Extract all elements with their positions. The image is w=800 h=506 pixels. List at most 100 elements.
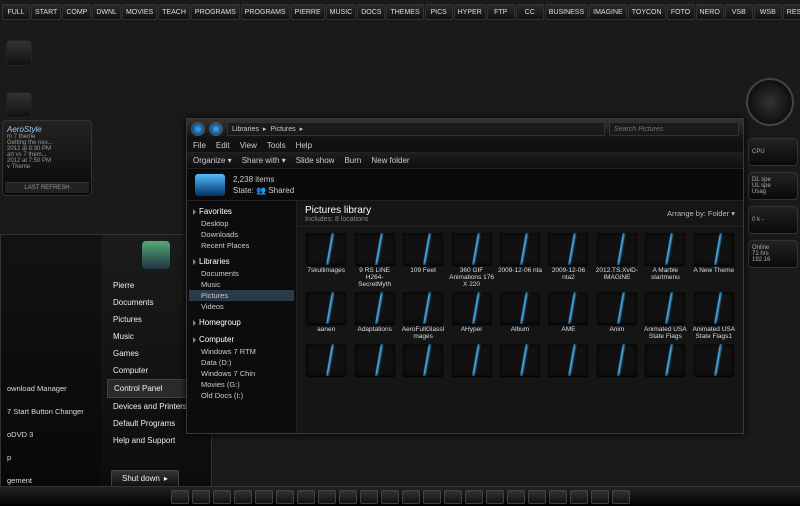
nav-item[interactable]: Videos [189, 301, 294, 312]
menu-item[interactable]: Edit [216, 141, 230, 150]
folder-item[interactable]: Animated USA State Flags [642, 292, 688, 340]
toolbar-item[interactable]: Organize ▾ [193, 156, 232, 165]
folder-item[interactable]: 360 GIF Animations 176 X 220 [448, 233, 494, 288]
nav-item[interactable]: Data (D:) [189, 357, 294, 368]
folder-item[interactable] [303, 344, 349, 378]
search-input[interactable] [609, 122, 739, 136]
taskbar-tab[interactable]: TEACH [158, 4, 190, 20]
dock-slot[interactable] [297, 490, 315, 504]
toolbar-item[interactable]: Slide show [296, 156, 335, 165]
menu-item[interactable]: File [193, 141, 206, 150]
taskbar-tab[interactable]: WSB [754, 4, 782, 20]
folder-item[interactable]: AHyper [448, 292, 494, 340]
folder-item[interactable] [400, 344, 446, 378]
folder-item[interactable] [545, 344, 591, 378]
start-program[interactable]: oDVD 3 [5, 426, 97, 443]
start-program[interactable]: p [5, 449, 97, 466]
nav-item[interactable]: Documents [189, 268, 294, 279]
folder-item[interactable]: Adaptations [351, 292, 397, 340]
dock-slot[interactable] [528, 490, 546, 504]
dock-slot[interactable] [381, 490, 399, 504]
folder-item[interactable]: Animated USA State Flags1 [691, 292, 737, 340]
dock-slot[interactable] [192, 490, 210, 504]
breadcrumb[interactable]: Libraries ▸ Pictures ▸ [227, 122, 605, 136]
widget-refresh[interactable]: LAST REFRESH [5, 182, 89, 193]
dock-slot[interactable] [402, 490, 420, 504]
taskbar-tab[interactable]: FULL [2, 4, 30, 20]
nav-item[interactable]: Downloads [189, 229, 294, 240]
taskbar-tab[interactable]: NERO [696, 4, 724, 20]
taskbar-tab[interactable]: IMAGINE [589, 4, 627, 20]
taskbar-tab[interactable]: START [31, 4, 61, 20]
taskbar-tab[interactable]: DWNL [92, 4, 121, 20]
menu-item[interactable]: Tools [267, 141, 286, 150]
start-place-item[interactable]: Help and Support [107, 432, 205, 449]
dock-slot[interactable] [318, 490, 336, 504]
folder-item[interactable]: 9 RS LINE H264-SecretMyth (Kingdom-Relea… [351, 233, 397, 288]
nav-group[interactable]: Homegroup [189, 316, 294, 329]
taskbar-tab[interactable]: HYPER [454, 4, 486, 20]
folder-item[interactable]: aanen [303, 292, 349, 340]
dock-slot[interactable] [486, 490, 504, 504]
arrange-by[interactable]: Arrange by: Folder ▾ [667, 209, 735, 218]
toolbar-item[interactable]: Share with ▾ [242, 156, 286, 165]
start-program[interactable]: 7 Start Button Changer [5, 403, 97, 420]
dock-slot[interactable] [360, 490, 378, 504]
nav-group[interactable]: Computer [189, 333, 294, 346]
taskbar-tab[interactable]: PROGRAMS [191, 4, 240, 20]
nav-item[interactable]: Music [189, 279, 294, 290]
dock-slot[interactable] [423, 490, 441, 504]
folder-item[interactable]: AME [545, 292, 591, 340]
breadcrumb-item[interactable]: Libraries [232, 126, 259, 133]
nav-item[interactable]: Windows 7 Chin [189, 368, 294, 379]
folder-item[interactable]: Anim [594, 292, 640, 340]
dock-slot[interactable] [339, 490, 357, 504]
taskbar-tab[interactable]: FTP [487, 4, 515, 20]
folder-item[interactable] [448, 344, 494, 378]
shutdown-button[interactable]: Shut down ▸ [111, 470, 179, 487]
dock-slot[interactable] [507, 490, 525, 504]
nav-item[interactable]: Old Docs (I:) [189, 390, 294, 401]
dock-slot[interactable] [465, 490, 483, 504]
nav-item[interactable]: Windows 7 RTM [189, 346, 294, 357]
taskbar-tab[interactable]: MUSIC [326, 4, 357, 20]
nav-group[interactable]: Favorites [189, 205, 294, 218]
nav-item[interactable]: Desktop [189, 218, 294, 229]
menu-item[interactable]: View [240, 141, 257, 150]
taskbar-tab[interactable]: FOTO [667, 4, 695, 20]
folder-item[interactable]: 2009-12-06 nta2 [545, 233, 591, 288]
taskbar-tab[interactable]: CC [516, 4, 544, 20]
dock-slot[interactable] [570, 490, 588, 504]
dock-slot[interactable] [234, 490, 252, 504]
dock-slot[interactable] [276, 490, 294, 504]
dock-slot[interactable] [549, 490, 567, 504]
folder-item[interactable] [642, 344, 688, 378]
nav-item[interactable]: Recent Places [189, 240, 294, 251]
desktop-icon[interactable] [6, 92, 32, 118]
dock-slot[interactable] [444, 490, 462, 504]
dock-slot[interactable] [591, 490, 609, 504]
folder-item[interactable]: A Marble startmenu [642, 233, 688, 288]
explorer-titlebar[interactable]: Libraries ▸ Pictures ▸ [187, 119, 743, 139]
taskbar-tab[interactable]: THEMES [386, 4, 423, 20]
taskbar-tab[interactable]: MOVIES [122, 4, 157, 20]
taskbar-tab[interactable]: DOCS [357, 4, 385, 20]
taskbar-tab[interactable]: TOYCON [628, 4, 666, 20]
folder-item[interactable]: 2009-12-06 nta [497, 233, 543, 288]
folder-item[interactable]: AeroFullGlassImages [400, 292, 446, 340]
taskbar-tab[interactable]: PROGRAMS [241, 4, 290, 20]
folder-item[interactable]: 7skullimages [303, 233, 349, 288]
dock-slot[interactable] [213, 490, 231, 504]
taskbar-tab[interactable]: PICS [425, 4, 453, 20]
folder-item[interactable]: Album [497, 292, 543, 340]
nav-item[interactable]: Movies (G:) [189, 379, 294, 390]
folder-item[interactable] [497, 344, 543, 378]
library-subtitle[interactable]: Includes: 8 locations [305, 216, 371, 223]
back-button[interactable] [191, 122, 205, 136]
taskbar-tab[interactable]: RESTO [783, 4, 800, 20]
toolbar-item[interactable]: Burn [344, 156, 361, 165]
taskbar-tab[interactable]: COMP [62, 4, 91, 20]
menu-item[interactable]: Help [296, 141, 312, 150]
nav-group[interactable]: Libraries [189, 255, 294, 268]
dock-slot[interactable] [171, 490, 189, 504]
